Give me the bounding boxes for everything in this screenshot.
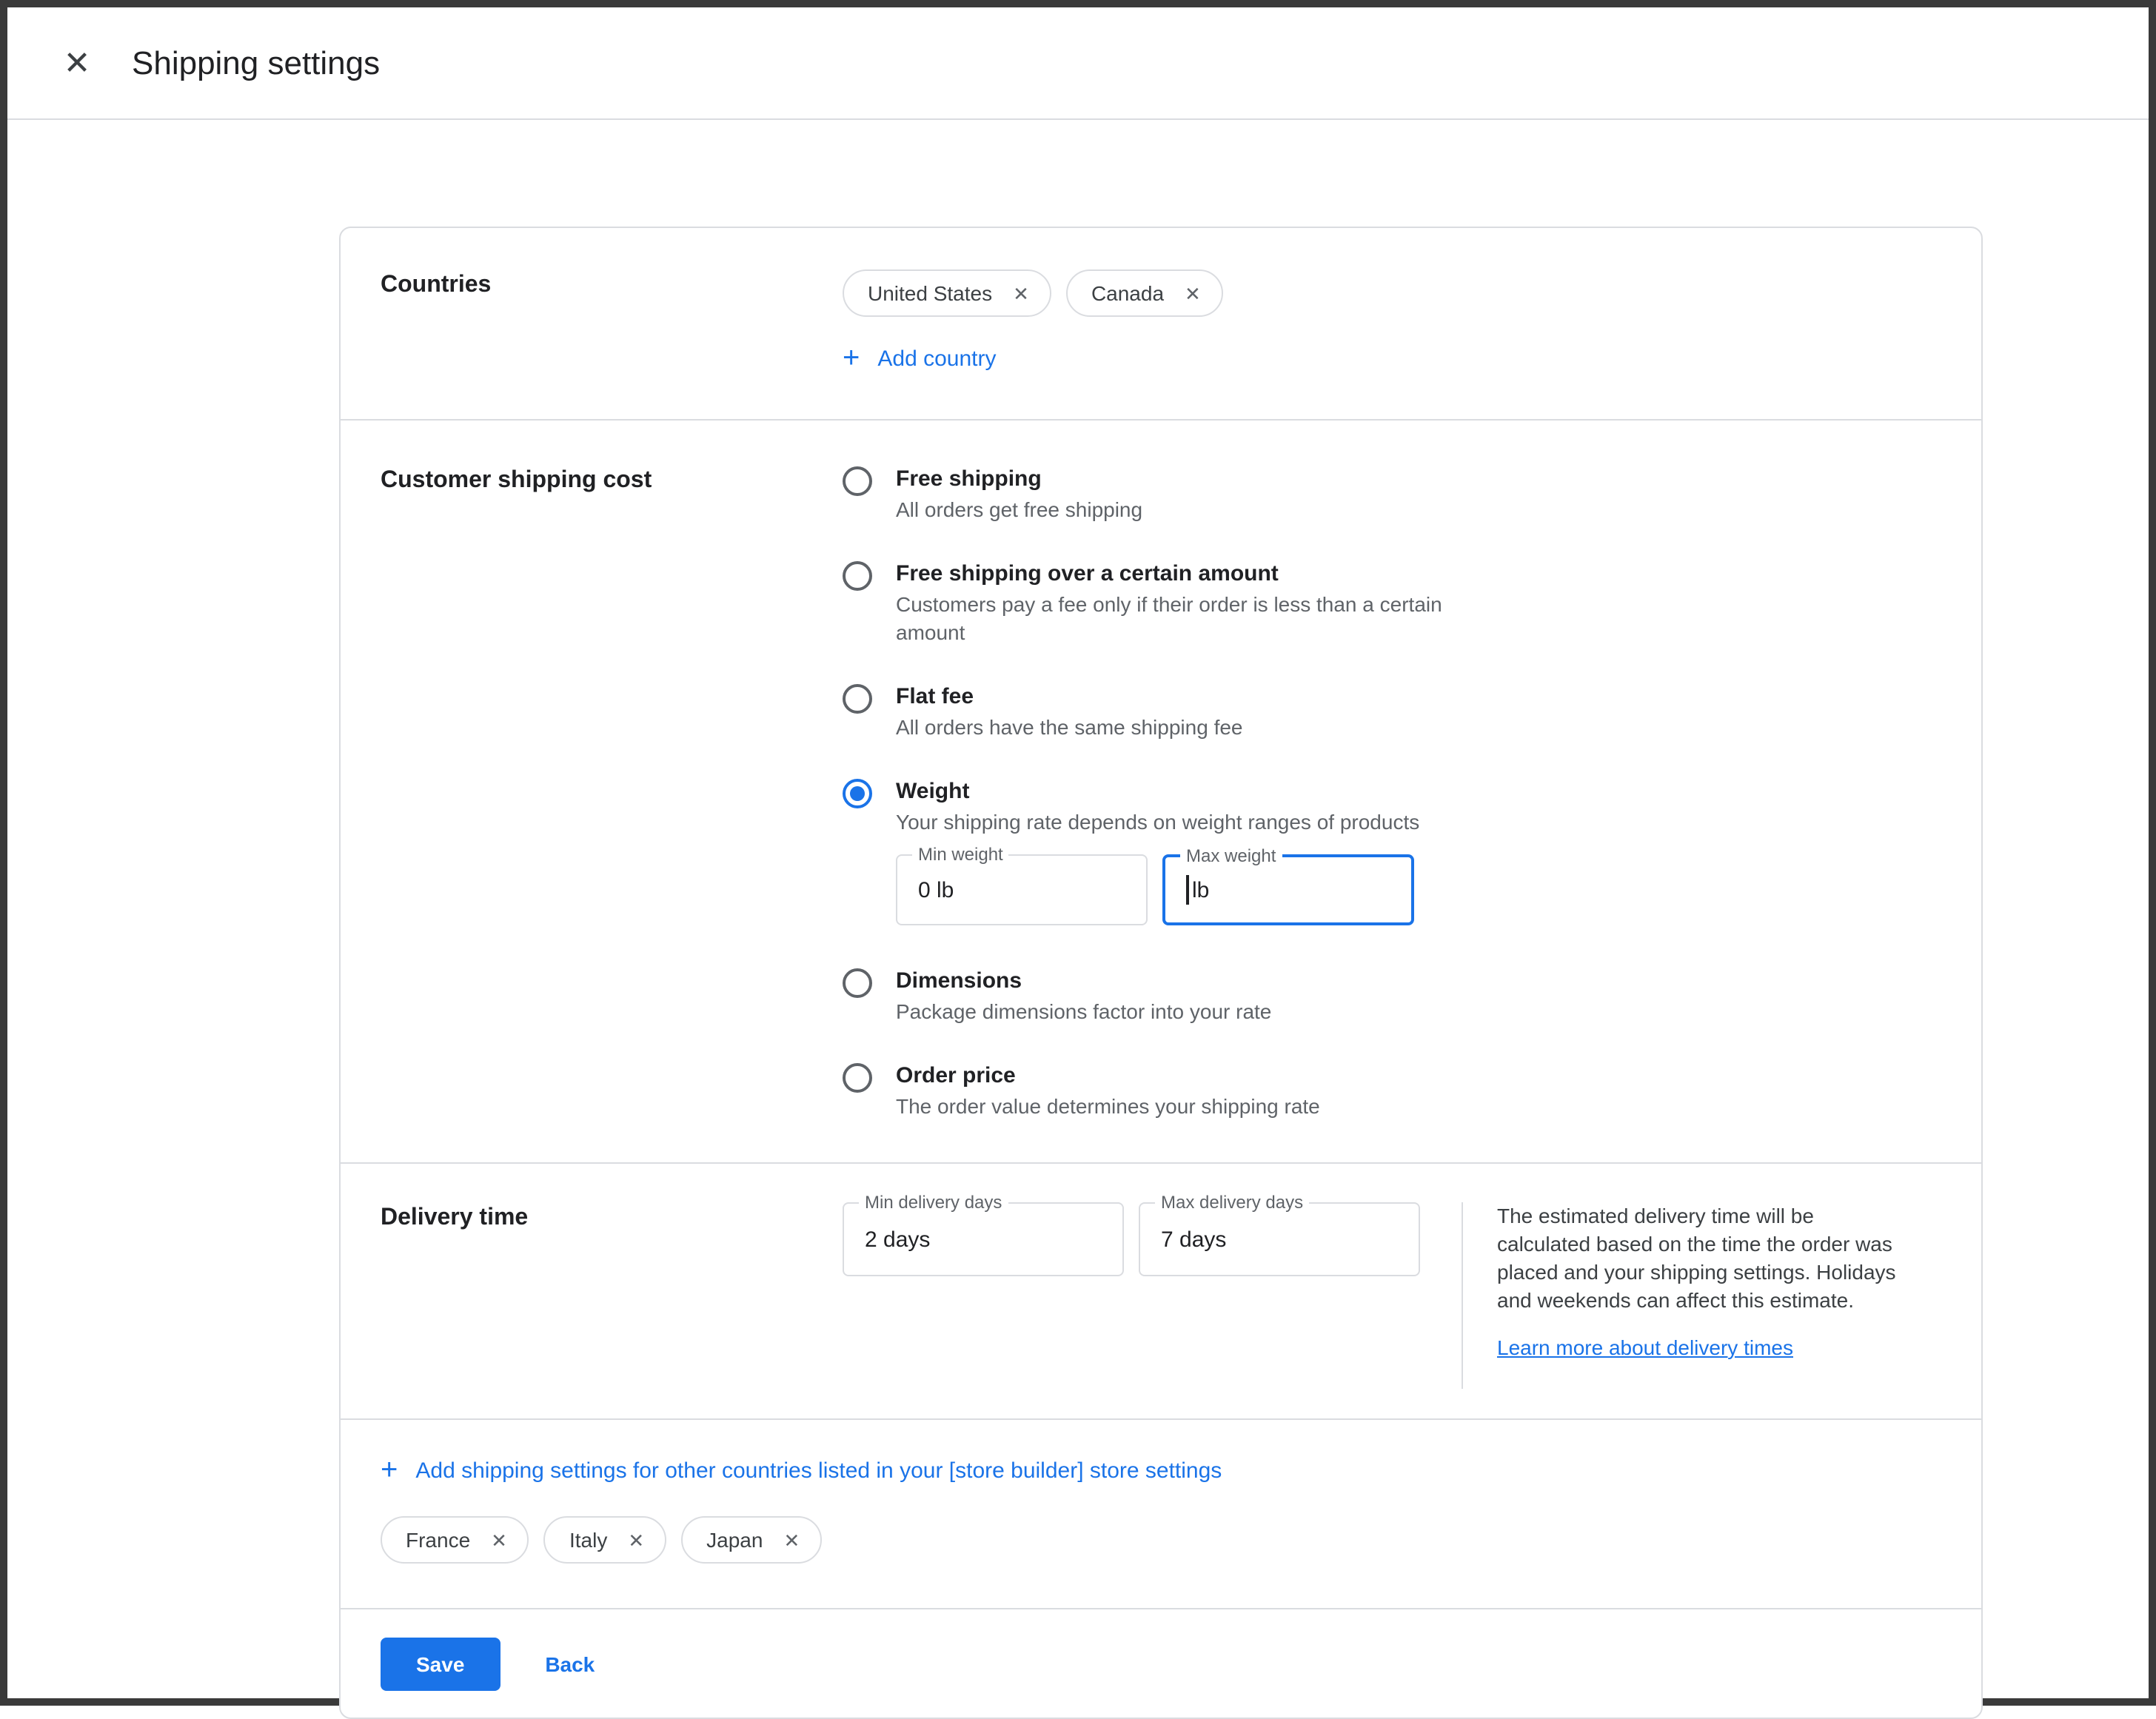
close-icon: ✕ bbox=[64, 44, 91, 82]
radio-icon[interactable] bbox=[843, 684, 872, 714]
countries-content: United States ✕ Canada ✕ + Add country bbox=[843, 269, 1941, 375]
option-dimensions[interactable]: Dimensions Package dimensions factor int… bbox=[843, 967, 1941, 1026]
countries-section: Countries United States ✕ Canada ✕ + bbox=[341, 228, 1981, 420]
option-description: Your shipping rate depends on weight ran… bbox=[896, 808, 1419, 837]
option-description: Package dimensions factor into your rate bbox=[896, 998, 1271, 1026]
save-button[interactable]: Save bbox=[381, 1638, 500, 1691]
option-free-shipping-over-amount[interactable]: Free shipping over a certain amount Cust… bbox=[843, 560, 1941, 647]
delivery-time-label: Delivery time bbox=[381, 1202, 843, 1389]
option-title: Free shipping over a certain amount bbox=[896, 560, 1473, 589]
chip-label: Japan bbox=[706, 1528, 763, 1552]
add-shipping-settings-label: Add shipping settings for other countrie… bbox=[415, 1458, 1222, 1483]
shipping-settings-card: Countries United States ✕ Canada ✕ + bbox=[339, 227, 1983, 1719]
country-chip-italy[interactable]: Italy ✕ bbox=[544, 1516, 666, 1564]
country-chip-france[interactable]: France ✕ bbox=[381, 1516, 529, 1564]
max-weight-field[interactable]: Max weight lb bbox=[1162, 854, 1414, 925]
option-description: All orders have the same shipping fee bbox=[896, 714, 1243, 742]
remove-chip-icon[interactable]: ✕ bbox=[488, 1527, 510, 1552]
max-delivery-days-field[interactable]: Max delivery days 7 days bbox=[1139, 1202, 1420, 1276]
country-chip-japan[interactable]: Japan ✕ bbox=[681, 1516, 822, 1564]
max-delivery-days-value: 7 days bbox=[1161, 1204, 1226, 1275]
min-delivery-days-value: 2 days bbox=[865, 1204, 930, 1275]
option-description: The order value determines your shipping… bbox=[896, 1093, 1320, 1121]
dialog-title: Shipping settings bbox=[132, 44, 380, 82]
scale-root: ✕ Shipping settings Countries United Sta… bbox=[0, 0, 2156, 1706]
delivery-time-content: Min delivery days 2 days Max delivery da… bbox=[843, 1202, 1941, 1389]
back-button[interactable]: Back bbox=[545, 1652, 595, 1676]
min-delivery-days-field[interactable]: Min delivery days 2 days bbox=[843, 1202, 1124, 1276]
radio-icon[interactable] bbox=[843, 466, 872, 496]
country-chip-united-states[interactable]: United States ✕ bbox=[843, 269, 1051, 317]
radio-icon[interactable] bbox=[843, 1063, 872, 1093]
chip-label: Canada bbox=[1091, 281, 1164, 305]
option-title: Weight bbox=[896, 777, 1419, 807]
plus-icon: + bbox=[843, 344, 860, 373]
option-flat-fee[interactable]: Flat fee All orders have the same shippi… bbox=[843, 683, 1941, 742]
remove-chip-icon[interactable]: ✕ bbox=[625, 1527, 647, 1552]
other-countries-section: + Add shipping settings for other countr… bbox=[341, 1420, 1981, 1609]
radio-icon[interactable] bbox=[843, 968, 872, 998]
remove-chip-icon[interactable]: ✕ bbox=[1010, 281, 1032, 306]
option-title: Dimensions bbox=[896, 967, 1271, 996]
option-free-shipping[interactable]: Free shipping All orders get free shippi… bbox=[843, 465, 1941, 524]
chip-label: France bbox=[406, 1528, 470, 1552]
add-country-label: Add country bbox=[877, 346, 996, 371]
countries-chip-row: United States ✕ Canada ✕ bbox=[843, 269, 1941, 317]
shipping-cost-options: Free shipping All orders get free shippi… bbox=[843, 465, 1941, 1156]
shipping-cost-label: Customer shipping cost bbox=[381, 465, 843, 1156]
dialog-header: ✕ Shipping settings bbox=[7, 7, 2149, 120]
plus-icon: + bbox=[381, 1455, 398, 1485]
chip-label: United States bbox=[868, 281, 992, 305]
screenshot-frame: ✕ Shipping settings Countries United Sta… bbox=[0, 0, 2156, 1706]
add-country-button[interactable]: + Add country bbox=[843, 344, 996, 373]
option-title: Flat fee bbox=[896, 683, 1243, 712]
option-description: All orders get free shipping bbox=[896, 496, 1142, 524]
remove-chip-icon[interactable]: ✕ bbox=[1182, 281, 1204, 306]
min-weight-field-value: 0 lb bbox=[918, 856, 954, 924]
delivery-time-note: The estimated delivery time will be calc… bbox=[1497, 1202, 1900, 1315]
vertical-divider bbox=[1462, 1202, 1463, 1389]
option-order-price[interactable]: Order price The order value determines y… bbox=[843, 1062, 1941, 1121]
chip-label: Italy bbox=[569, 1528, 607, 1552]
other-countries-chip-row: France ✕ Italy ✕ Japan ✕ bbox=[381, 1516, 1941, 1564]
option-title: Free shipping bbox=[896, 465, 1142, 495]
learn-more-link[interactable]: Learn more about delivery times bbox=[1497, 1336, 1793, 1359]
shipping-cost-section: Customer shipping cost Free shipping All… bbox=[341, 420, 1981, 1164]
text-cursor bbox=[1186, 875, 1189, 905]
close-button[interactable]: ✕ bbox=[47, 33, 107, 93]
radio-icon[interactable] bbox=[843, 561, 872, 591]
max-weight-field-value: lb bbox=[1192, 877, 1209, 902]
delivery-time-section: Delivery time Min delivery days 2 days M… bbox=[341, 1164, 1981, 1420]
min-weight-field[interactable]: Min weight 0 lb bbox=[896, 854, 1148, 925]
remove-chip-icon[interactable]: ✕ bbox=[780, 1527, 803, 1552]
radio-icon-selected[interactable] bbox=[843, 779, 872, 808]
option-description: Customers pay a fee only if their order … bbox=[896, 591, 1473, 647]
option-weight[interactable]: Weight Your shipping rate depends on wei… bbox=[843, 777, 1941, 931]
weight-fields: Min weight 0 lb Max weight lb bbox=[896, 854, 1419, 925]
footer-actions: Save Back bbox=[341, 1609, 1981, 1718]
countries-label: Countries bbox=[381, 269, 843, 375]
option-title: Order price bbox=[896, 1062, 1320, 1091]
country-chip-canada[interactable]: Canada ✕ bbox=[1066, 269, 1223, 317]
add-shipping-settings-button[interactable]: + Add shipping settings for other countr… bbox=[381, 1455, 1222, 1485]
